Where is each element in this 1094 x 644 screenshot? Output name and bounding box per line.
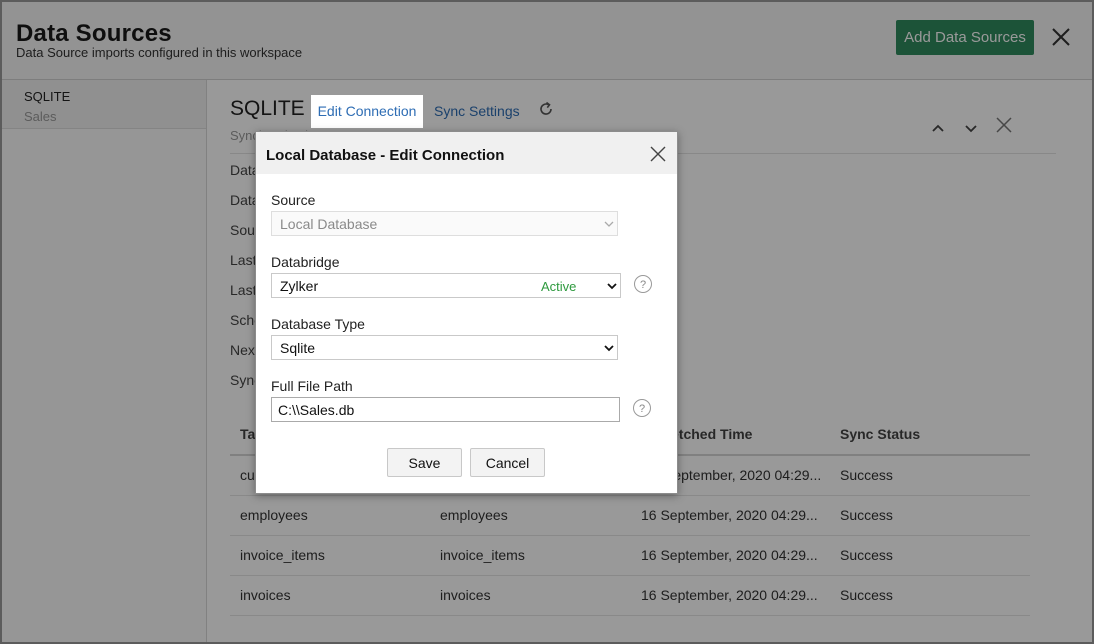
tab-edit-connection[interactable]: Edit Connection xyxy=(311,95,423,128)
dialog-header: Local Database - Edit Connection xyxy=(256,132,677,174)
databridge-select[interactable]: Zylker Active xyxy=(271,273,621,298)
edit-connection-dialog: Local Database - Edit Connection Source … xyxy=(255,131,678,494)
databridge-status: Active xyxy=(541,279,577,294)
dialog-title: Local Database - Edit Connection xyxy=(266,147,505,164)
full-file-path-input[interactable]: C:\\Sales.db xyxy=(271,397,620,422)
database-type-value: Sqlite xyxy=(280,340,316,356)
databridge-select-value: Zylker xyxy=(280,278,319,294)
database-type-label: Database Type xyxy=(271,316,365,332)
close-icon[interactable] xyxy=(649,145,667,163)
database-type-select[interactable]: Sqlite xyxy=(271,335,618,360)
source-select: Local Database xyxy=(271,211,618,236)
source-select-value: Local Database xyxy=(280,216,378,232)
full-file-path-value: C:\\Sales.db xyxy=(278,402,355,418)
help-icon[interactable]: ? xyxy=(633,399,651,417)
cancel-button[interactable]: Cancel xyxy=(470,448,545,477)
help-icon[interactable]: ? xyxy=(634,275,652,293)
chevron-down-icon xyxy=(604,221,614,227)
chevron-down-icon xyxy=(604,345,614,352)
databridge-label: Databridge xyxy=(271,254,340,270)
save-button[interactable]: Save xyxy=(387,448,462,477)
source-label: Source xyxy=(271,192,316,208)
full-file-path-label: Full File Path xyxy=(271,378,353,394)
chevron-down-icon xyxy=(607,283,617,290)
